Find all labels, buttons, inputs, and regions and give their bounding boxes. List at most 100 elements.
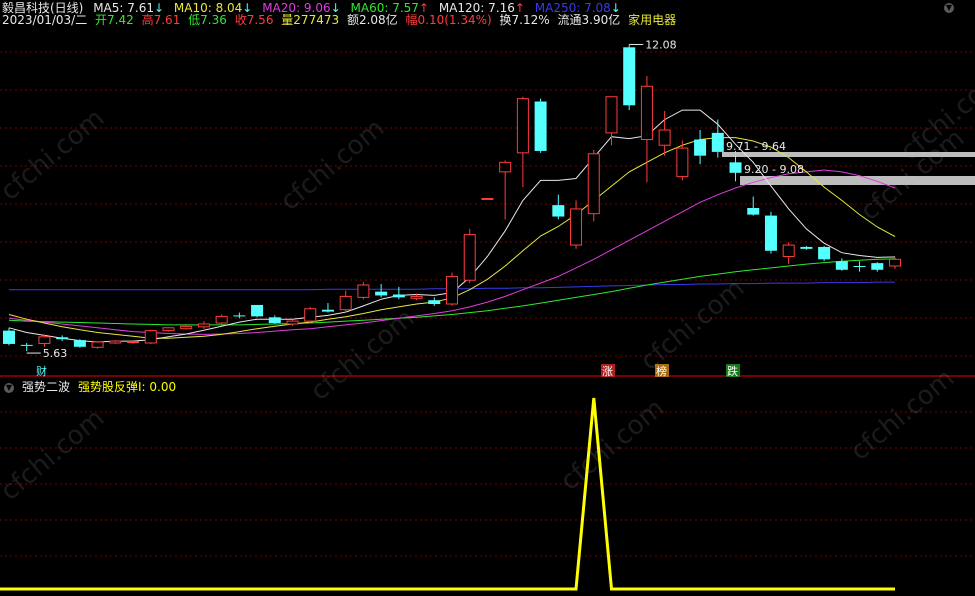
candle (463, 228, 476, 284)
candle-body (782, 244, 795, 257)
candle-body (747, 207, 760, 215)
candle-body (109, 340, 122, 344)
candle-body (499, 161, 512, 173)
candle (251, 304, 264, 318)
ma20-line (8, 169, 896, 335)
quote-close: 收7.56 (234, 13, 274, 27)
candle-body (640, 85, 653, 141)
quote-amount: 额2.08亿 (346, 13, 398, 27)
candle (392, 286, 405, 300)
candle-body (56, 337, 69, 340)
indicator-name: 强势二波 (22, 380, 71, 394)
candle-body (534, 101, 547, 151)
candle-body (162, 327, 175, 332)
candle-body (658, 129, 671, 146)
candle-body (463, 234, 476, 281)
indicator-header: ▼ 强势二波 强势股反弹I: 0.00 (4, 380, 184, 394)
candle-body (127, 341, 140, 344)
candle (321, 303, 334, 313)
indicator-line (0, 397, 895, 591)
candle-body (835, 261, 848, 270)
candle-body (570, 208, 583, 246)
candle (144, 329, 157, 344)
candle-body (694, 139, 707, 156)
marker-die: 跌 (727, 364, 738, 378)
candle (516, 96, 529, 188)
candle-body (605, 96, 618, 134)
candle (180, 324, 193, 330)
candle-body (552, 205, 565, 217)
candle-body (516, 98, 529, 154)
candle (499, 160, 512, 220)
candle (215, 314, 228, 326)
chevron-down-icon[interactable]: ▼ (4, 382, 14, 393)
price-chart[interactable]: 12.085.639.71 - 9.649.20 - 9.08财涨榜跌 (0, 0, 975, 596)
candle-body (304, 308, 317, 322)
quote-volume: 量277473 (281, 13, 340, 27)
candle (623, 44, 636, 111)
candle (286, 320, 299, 326)
candle (357, 282, 370, 300)
candle-body (268, 317, 281, 324)
low-price-label: 5.63 (43, 347, 68, 360)
candle (853, 261, 866, 272)
candle (56, 335, 69, 342)
candle-body (339, 295, 352, 311)
candle-body (357, 284, 370, 298)
candle-body (215, 315, 228, 324)
candle-body (871, 263, 884, 270)
quote-open: 开7.42 (95, 13, 134, 27)
candle-body (587, 153, 600, 215)
candle-body (233, 315, 246, 317)
candle (711, 119, 724, 158)
candle (20, 342, 33, 352)
candle-body (711, 132, 724, 152)
marker-cai: 财 (36, 364, 47, 378)
candle-body (428, 300, 441, 305)
quote-header: 2023/01/03/二 开7.42 高7.61 低7.36 收7.56 量27… (2, 13, 682, 27)
candle (570, 200, 583, 249)
candle-body (392, 294, 405, 298)
candle (233, 312, 246, 319)
candle-body (676, 147, 689, 178)
quote-float: 流通3.90亿 (557, 13, 621, 27)
candle (446, 272, 458, 306)
candle-body (321, 309, 334, 312)
quote-date: 2023/01/03/二 (2, 13, 88, 27)
candle-body (818, 246, 831, 260)
indicator-line-label: 强势股反弹I: 0.00 (78, 380, 177, 394)
quote-industry: 家用电器 (628, 13, 677, 27)
candle-body (286, 320, 299, 325)
candle (73, 339, 86, 348)
candle-body (3, 330, 15, 344)
candle (304, 306, 317, 324)
candle (694, 130, 707, 165)
candle-body (20, 344, 33, 346)
candle (871, 262, 884, 272)
candle (428, 297, 441, 306)
quote-turnover: 换7.12% (499, 13, 550, 27)
candle (339, 290, 352, 313)
candle-body (889, 258, 901, 267)
candle-body (623, 47, 636, 106)
candle (3, 327, 15, 346)
candle-body (73, 340, 86, 347)
candle-body (144, 330, 157, 344)
quote-change: 幅0.10(1.34%) (405, 13, 492, 27)
candle (109, 340, 122, 344)
candle-body (800, 246, 813, 249)
candle (375, 284, 388, 298)
candle-body (764, 215, 777, 251)
candle (91, 341, 104, 349)
high-price-label: 12.08 (645, 38, 677, 51)
candle (127, 341, 140, 344)
candle-body (375, 291, 388, 296)
candle-body (729, 162, 742, 173)
candle (764, 211, 777, 254)
candle-body (853, 265, 866, 267)
candle-body (251, 304, 264, 317)
zone-label: 9.71 - 9.64 (726, 140, 786, 153)
candle (782, 242, 795, 265)
candle-body (481, 197, 494, 200)
chevron-down-icon[interactable]: ▼ (944, 3, 954, 13)
